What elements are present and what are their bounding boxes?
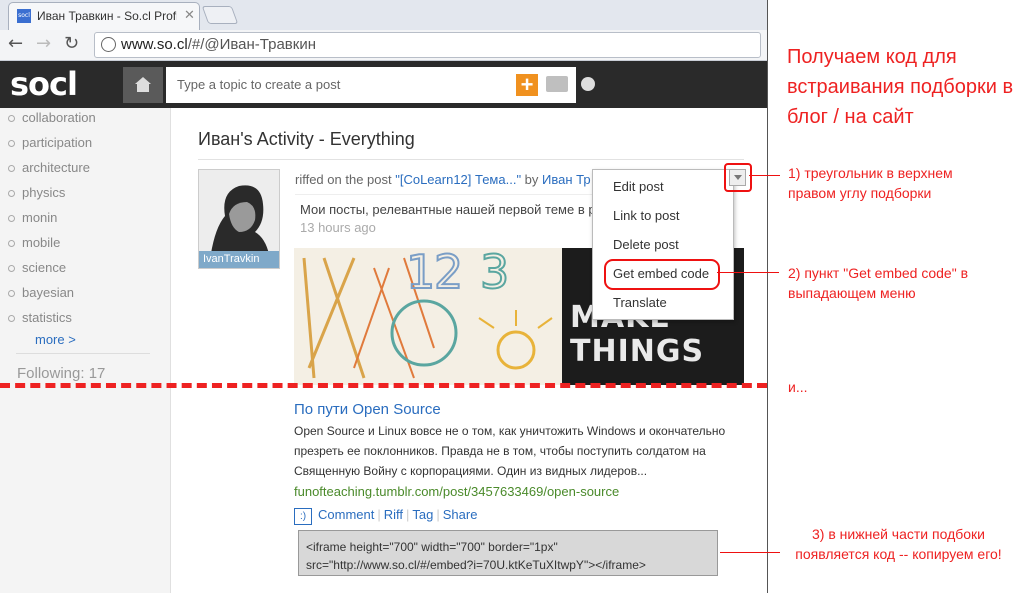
plus-icon[interactable]: + (516, 74, 538, 96)
socl-favicon-icon: socl (17, 9, 31, 23)
globe-menu-icon[interactable] (581, 77, 595, 91)
svg-text:1: 1 (406, 248, 435, 299)
annotation-heading: Получаем код для встраивания подборки в … (787, 46, 1014, 128)
highlight-dropdown-toggle (724, 163, 752, 192)
sidebar-item[interactable]: science (7, 260, 66, 275)
home-button[interactable] (123, 67, 163, 103)
browser-window: socl Иван Травкин - So.cl Profi ✕ ← → ↻ … (0, 0, 768, 593)
sketch-drawing: 1 2 3 (302, 248, 553, 379)
menu-item-edit-post[interactable]: Edit post (613, 179, 664, 194)
socl-logo[interactable]: socl (10, 65, 78, 103)
action-separator: | (406, 507, 410, 522)
sidebar-item[interactable]: bayesian (7, 285, 74, 300)
new-tab-button[interactable] (201, 6, 239, 24)
embed-code-text[interactable]: <iframe height="700" width="700" border=… (306, 538, 711, 574)
highlight-get-embed-code (604, 259, 720, 290)
dashed-separator (0, 383, 767, 388)
close-tab-icon[interactable]: ✕ (184, 7, 195, 23)
page-title: Иван's Activity - Everything (198, 129, 415, 149)
annotation-step2: 2) пункт "Get embed code" в выпадающем м… (788, 265, 969, 301)
riff-link[interactable]: Riff (384, 507, 403, 522)
following-count[interactable]: Following: 17 (17, 365, 105, 382)
more-topics-link[interactable]: more > (35, 332, 76, 347)
annotation-step1: 1) треугольник в верхнем правом углу под… (788, 165, 953, 201)
post-options-menu: Edit post Link to post Delete post Get e… (592, 169, 734, 320)
comment-text: Мои посты, релевантные нашей первой теме… (300, 202, 596, 217)
post-title-link[interactable]: По пути Open Source (294, 401, 441, 418)
home-icon-body (137, 84, 149, 92)
share-link[interactable]: Share (443, 507, 478, 522)
forward-arrow-icon[interactable]: → (36, 33, 51, 54)
callout-line-step2 (717, 272, 779, 273)
avatar-name[interactable]: IvanTravkin (199, 251, 279, 268)
home-icon (135, 77, 151, 84)
sidebar-item[interactable]: collaboration (8, 110, 96, 125)
embed-code-box[interactable]: <iframe height="700" width="700" border=… (298, 530, 718, 576)
image-text: THINGS (570, 334, 705, 369)
back-arrow-icon[interactable]: ← (8, 33, 23, 54)
chat-bubble-icon[interactable] (546, 76, 568, 92)
create-post-placeholder: Type a topic to create a post (177, 77, 341, 92)
title-divider (198, 159, 744, 160)
post-source-link[interactable]: funofteaching.tumblr.com/post/3457633469… (294, 484, 619, 499)
address-bar[interactable]: www.so.cl/#/@Иван-Травкин (94, 32, 761, 58)
riff-prefix: riffed on the post (295, 172, 396, 187)
svg-text:3: 3 (480, 248, 509, 299)
callout-line-step3 (720, 552, 780, 553)
action-separator: | (436, 507, 440, 522)
riff-by: by (521, 172, 543, 187)
timestamp: 13 hours ago (300, 220, 376, 235)
globe-icon (101, 37, 116, 52)
browser-toolbar: ← → ↻ www.so.cl/#/@Иван-Травкин (0, 30, 767, 61)
browser-tab[interactable]: socl Иван Травкин - So.cl Profi ✕ (8, 2, 200, 30)
annotation-and: и... (788, 379, 808, 395)
riffed-post-link[interactable]: "[CoLearn12] Тема..." (395, 172, 521, 187)
annotation-step3: 3) в нижней части подбоки появляется код… (795, 526, 1002, 562)
url-path: /#/@Иван-Травкин (187, 36, 316, 53)
sidebar: collaboration participation architecture… (0, 108, 171, 593)
tag-link[interactable]: Tag (412, 507, 433, 522)
action-separator: | (377, 507, 381, 522)
svg-text:2: 2 (434, 248, 463, 299)
url-text: www.so.cl/#/@Иван-Травкин (121, 36, 316, 53)
menu-item-delete-post[interactable]: Delete post (613, 237, 679, 252)
avatar[interactable]: IvanTravkin (198, 169, 280, 269)
post-body: Open Source и Linux вовсе не о том, как … (294, 424, 726, 478)
create-post-input[interactable]: Type a topic to create a post + (166, 67, 576, 103)
tab-title: Иван Травкин - So.cl Profi (37, 9, 177, 23)
sidebar-item[interactable]: physics (7, 185, 65, 200)
sidebar-item[interactable]: participation (7, 135, 92, 150)
menu-item-link-to-post[interactable]: Link to post (613, 208, 680, 223)
post-actions: :) Comment | Riff | Tag | Share (294, 507, 477, 525)
reload-icon[interactable]: ↻ (64, 33, 79, 54)
socl-header: socl Type a topic to create a post + (0, 61, 767, 108)
sidebar-item[interactable]: architecture (8, 160, 90, 175)
riff-line: riffed on the post "[CoLearn12] Тема..."… (295, 172, 591, 187)
comment-box: Мои посты, релевантные нашей первой теме… (295, 194, 596, 237)
sidebar-item[interactable]: statistics (8, 310, 72, 325)
tab-strip: socl Иван Травкин - So.cl Profi ✕ (0, 0, 767, 31)
sidebar-divider (16, 353, 150, 354)
callout-line-step1 (749, 175, 780, 176)
url-host: www.so.cl (121, 36, 188, 53)
smiley-icon[interactable]: :) (294, 508, 312, 525)
sketch-image: 1 2 3 (294, 248, 562, 385)
comment-link[interactable]: Comment (318, 507, 374, 522)
author-link[interactable]: Иван Тр (542, 172, 591, 187)
menu-item-translate[interactable]: Translate (613, 295, 667, 310)
sidebar-item[interactable]: mobile (7, 235, 60, 250)
sidebar-item[interactable]: monin (7, 210, 57, 225)
